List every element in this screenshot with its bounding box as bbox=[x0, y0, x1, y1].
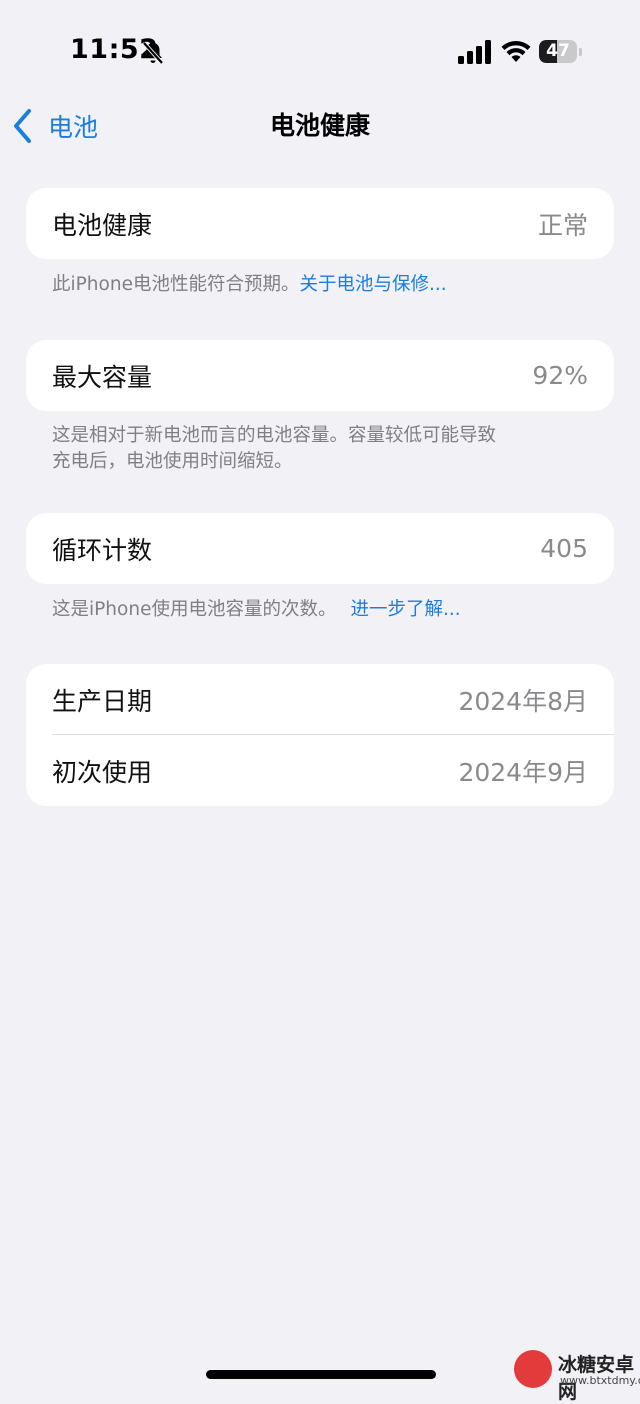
learn-more-link[interactable]: 进一步了解... bbox=[350, 599, 460, 620]
battery-body: 47 bbox=[539, 40, 577, 63]
battery-health-group: 电池健康 正常 bbox=[26, 188, 614, 259]
wifi-icon bbox=[501, 40, 531, 62]
cycle-count-label: 循环计数 bbox=[52, 535, 153, 565]
max-capacity-label: 最大容量 bbox=[52, 362, 153, 392]
first-use-value: 2024年9月 bbox=[458, 757, 588, 787]
first-use-row: 初次使用 2024年9月 bbox=[26, 735, 614, 806]
max-capacity-row: 最大容量 92% bbox=[26, 340, 614, 411]
status-bar: 11:52 47 bbox=[0, 0, 640, 100]
battery-health-note: 此iPhone电池性能符合预期。 bbox=[52, 274, 300, 295]
max-capacity-group: 最大容量 92% bbox=[26, 340, 614, 411]
max-capacity-value: 92% bbox=[532, 361, 588, 390]
watermark: 冰糖安卓网 www.btxtdmy.com bbox=[508, 1346, 640, 1403]
cycle-count-group: 循环计数 405 bbox=[26, 513, 614, 584]
cycle-count-footer: 这是iPhone使用电池容量的次数。 进一步了解... bbox=[52, 597, 572, 623]
silent-bell-icon bbox=[142, 41, 164, 65]
cellular-signal-icon bbox=[458, 40, 491, 64]
cycle-count-note: 这是iPhone使用电池容量的次数。 bbox=[52, 599, 337, 620]
manufacture-date-label: 生产日期 bbox=[52, 686, 153, 716]
battery-health-value: 正常 bbox=[537, 210, 588, 240]
manufacture-date-row: 生产日期 2024年8月 bbox=[26, 664, 614, 735]
first-use-label: 初次使用 bbox=[52, 757, 153, 787]
max-capacity-footer: 这是相对于新电池而言的电池容量。容量较低可能导致 充电后，电池使用时间缩短。 bbox=[52, 423, 572, 475]
manufacture-date-value: 2024年8月 bbox=[458, 686, 588, 716]
cycle-count-value: 405 bbox=[540, 534, 588, 563]
battery-health-row: 电池健康 正常 bbox=[26, 188, 614, 259]
battery-percent: 47 bbox=[546, 41, 570, 61]
watermark-logo-icon bbox=[514, 1350, 552, 1388]
max-capacity-note-line-2: 充电后，电池使用时间缩短。 bbox=[52, 451, 293, 472]
battery-health-footer: 此iPhone电池性能符合预期。关于电池与保修... bbox=[52, 272, 572, 298]
cycle-count-row: 循环计数 405 bbox=[26, 513, 614, 584]
battery-health-label: 电池健康 bbox=[52, 210, 153, 240]
home-indicator[interactable] bbox=[206, 1370, 436, 1379]
battery-cap bbox=[579, 48, 582, 56]
battery-icon: 47 bbox=[539, 40, 583, 64]
page-title: 电池健康 bbox=[269, 111, 370, 140]
watermark-url: www.btxtdmy.com bbox=[560, 1374, 640, 1387]
dates-group: 生产日期 2024年8月 初次使用 2024年9月 bbox=[26, 664, 614, 806]
max-capacity-note-line-1: 这是相对于新电池而言的电池容量。容量较低可能导致 bbox=[52, 425, 497, 446]
about-battery-warranty-link[interactable]: 关于电池与保修... bbox=[299, 274, 446, 295]
